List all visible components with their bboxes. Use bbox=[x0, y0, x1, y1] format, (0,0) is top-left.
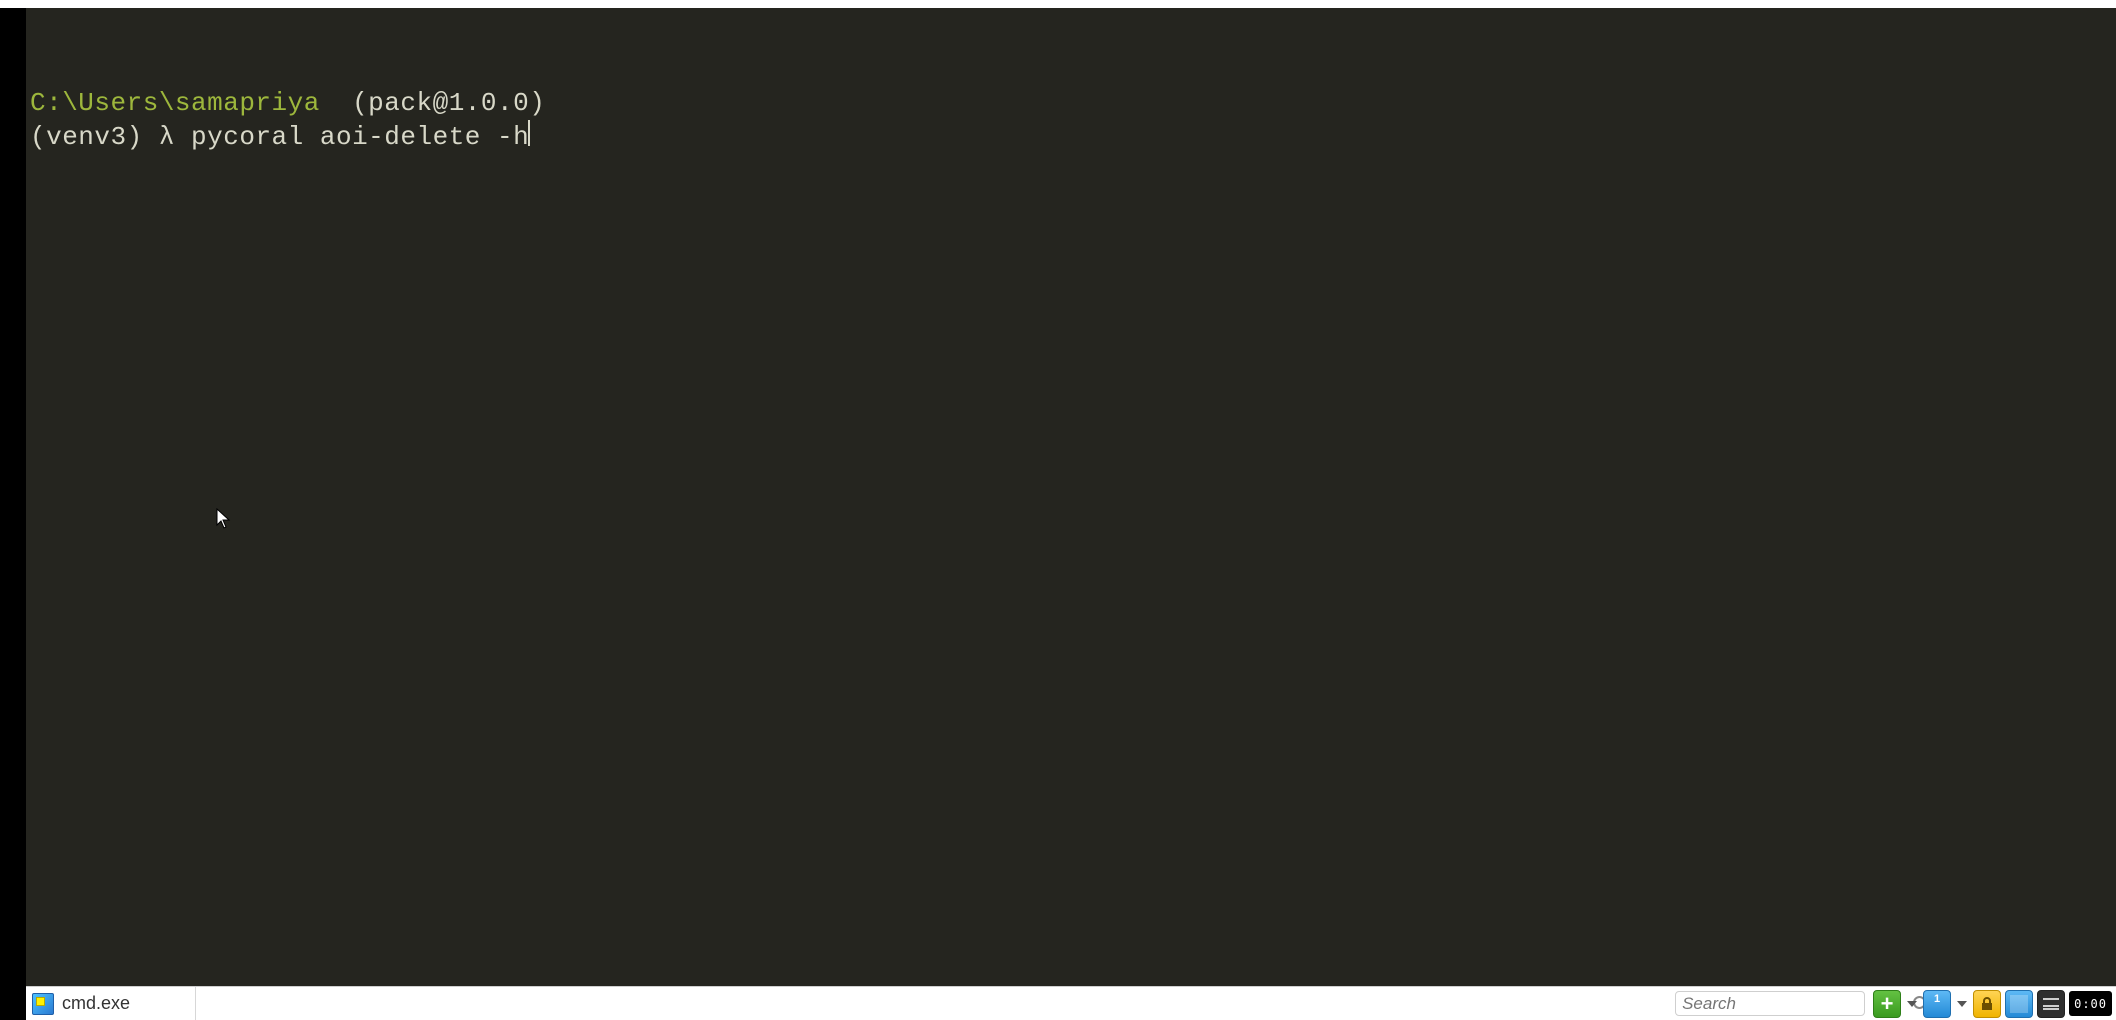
entered-command: pycoral aoi-delete -h bbox=[191, 122, 529, 152]
terminal-cursor bbox=[528, 120, 530, 146]
main-menu-button[interactable] bbox=[2037, 990, 2065, 1018]
window-titlebar-edge bbox=[0, 0, 2116, 8]
new-tab-menu-button[interactable] bbox=[1905, 990, 1919, 1018]
hamburger-icon bbox=[2043, 998, 2059, 1010]
status-bar: cmd.exe + bbox=[26, 986, 2116, 1020]
app-frame: C:\Users\samapriya (pack@1.0.0)(venv3) λ… bbox=[0, 0, 2116, 1020]
lock-button[interactable] bbox=[1973, 990, 2001, 1018]
clock-chip: 0:00 bbox=[2069, 991, 2112, 1016]
new-tab-button[interactable]: + bbox=[1873, 990, 1901, 1018]
pane-menu-button[interactable] bbox=[1955, 990, 1969, 1018]
tab-label: cmd.exe bbox=[62, 993, 130, 1014]
prompt-lambda: λ bbox=[159, 122, 175, 152]
lock-icon bbox=[1979, 996, 1995, 1012]
clock-time: 0:00 bbox=[2074, 997, 2107, 1011]
prompt-line-1: C:\Users\samapriya (pack@1.0.0) bbox=[30, 87, 2112, 120]
prompt-package: (pack@1.0.0) bbox=[352, 88, 545, 118]
terminal-viewport[interactable]: C:\Users\samapriya (pack@1.0.0)(venv3) λ… bbox=[26, 8, 2116, 986]
single-pane-button[interactable] bbox=[1923, 990, 1951, 1018]
search-box[interactable] bbox=[1675, 991, 1865, 1016]
window-left-gutter bbox=[0, 8, 26, 1020]
prompt-venv: (venv3) bbox=[30, 122, 143, 152]
split-pane-button[interactable] bbox=[2005, 990, 2033, 1018]
terminal-tab-icon bbox=[32, 993, 54, 1015]
terminal-output: C:\Users\samapriya (pack@1.0.0)(venv3) λ… bbox=[26, 8, 2116, 986]
prompt-line-2: (venv3) λ pycoral aoi-delete -h bbox=[30, 120, 2112, 154]
tab-cmd[interactable]: cmd.exe bbox=[26, 987, 196, 1020]
plus-icon: + bbox=[1881, 993, 1894, 1015]
statusbar-spacer bbox=[196, 987, 1669, 1020]
prompt-path: C:\Users\samapriya bbox=[30, 88, 320, 118]
